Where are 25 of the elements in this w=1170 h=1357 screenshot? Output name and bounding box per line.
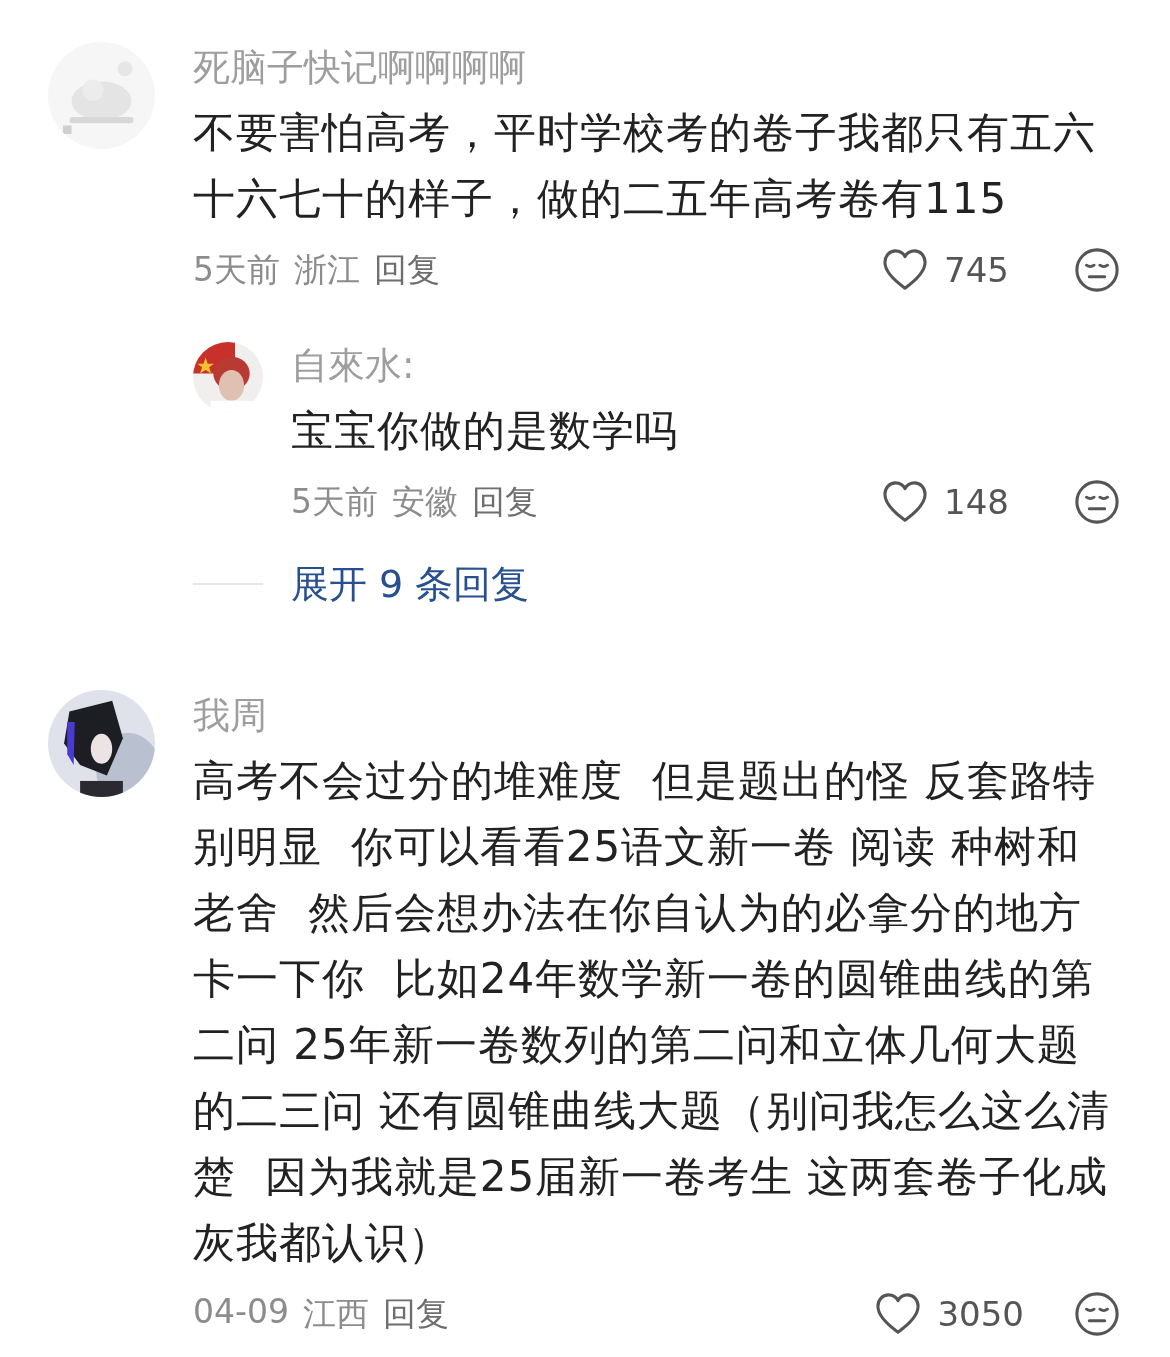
comment-time: 04-09 [193, 1291, 289, 1333]
reply-link[interactable]: 回复 [382, 1291, 449, 1337]
comment-location: 安徽 [392, 480, 458, 523]
like-count: 745 [944, 249, 1010, 292]
username[interactable]: 死脑子快记啊啊啊啊 [193, 36, 1120, 100]
heart-icon[interactable] [882, 480, 928, 524]
reply-link[interactable]: 回复 [374, 247, 440, 293]
heart-icon[interactable] [875, 1292, 922, 1336]
like-count: 148 [944, 481, 1010, 524]
like-count: 3050 [937, 1293, 1024, 1336]
reply-link[interactable]: 回复 [472, 479, 538, 525]
reply-text: 宝宝你做的是数学吗 [291, 405, 679, 457]
username[interactable]: 自來水: [291, 334, 1120, 398]
face-icon[interactable] [1074, 1291, 1120, 1337]
username[interactable]: 我周 [193, 684, 1120, 748]
comment-location: 浙江 [294, 248, 360, 291]
comment-location: 江西 [302, 1292, 369, 1335]
face-icon[interactable] [1074, 247, 1120, 293]
comment-text: 不要害怕高考，平时学校考的卷子我都只有五六十六七十的样子，做的二五年高考卷有115 [193, 107, 1097, 225]
expand-replies-link[interactable]: 展开 9 条回复 [291, 554, 530, 614]
heart-icon[interactable] [882, 248, 928, 292]
face-icon[interactable] [1074, 479, 1120, 525]
comment-text: 高考不会过分的堆难度 但是题出的怪 反套路特别明显 你可以看看25语文新一卷 阅读 种树和老舍 然后会想办法在你自认为的必拿分的地方卡一下你 比如24年数学新一卷的圆锥曲线的第二问 25年新一卷数列的第二问和立体几何大题的二三问 还有圆锥曲线大题（别问我怎么这么清楚 因为我就是25届新一卷考生 这两套卷子化成灰我都认识） [193, 755, 1112, 1269]
comment-time: 5天前 [291, 480, 378, 523]
comment-time: 5天前 [193, 248, 280, 291]
